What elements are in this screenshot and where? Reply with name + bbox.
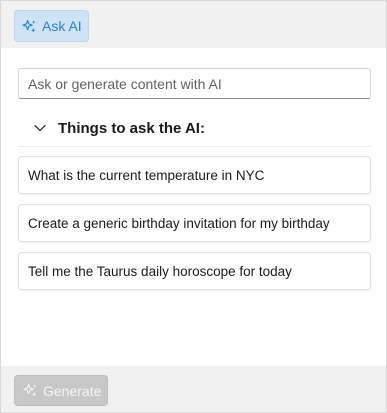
ask-ai-label: Ask AI [42,18,82,34]
suggestion-item[interactable]: Tell me the Taurus daily horoscope for t… [18,252,371,290]
main-content: Things to ask the AI: What is the curren… [1,48,386,366]
suggestions-title: Things to ask the AI: [58,119,205,137]
footer-bar: Generate [1,366,386,412]
suggestion-item[interactable]: Create a generic birthday invitation for… [18,204,371,242]
ai-prompt-input[interactable] [18,68,371,99]
chevron-down-icon[interactable] [33,121,47,135]
generate-button[interactable]: Generate [14,375,108,406]
ai-assistant-panel: Ask AI Things to ask the AI: What is the… [0,0,387,413]
toolbar: Ask AI [1,1,386,48]
suggestions-header[interactable]: Things to ask the AI: [18,110,371,147]
generate-label: Generate [43,382,102,399]
suggestion-item[interactable]: What is the current temperature in NYC [18,156,371,194]
sparkle-icon [23,383,38,398]
ask-ai-button[interactable]: Ask AI [14,10,89,42]
sparkle-icon [22,19,37,34]
